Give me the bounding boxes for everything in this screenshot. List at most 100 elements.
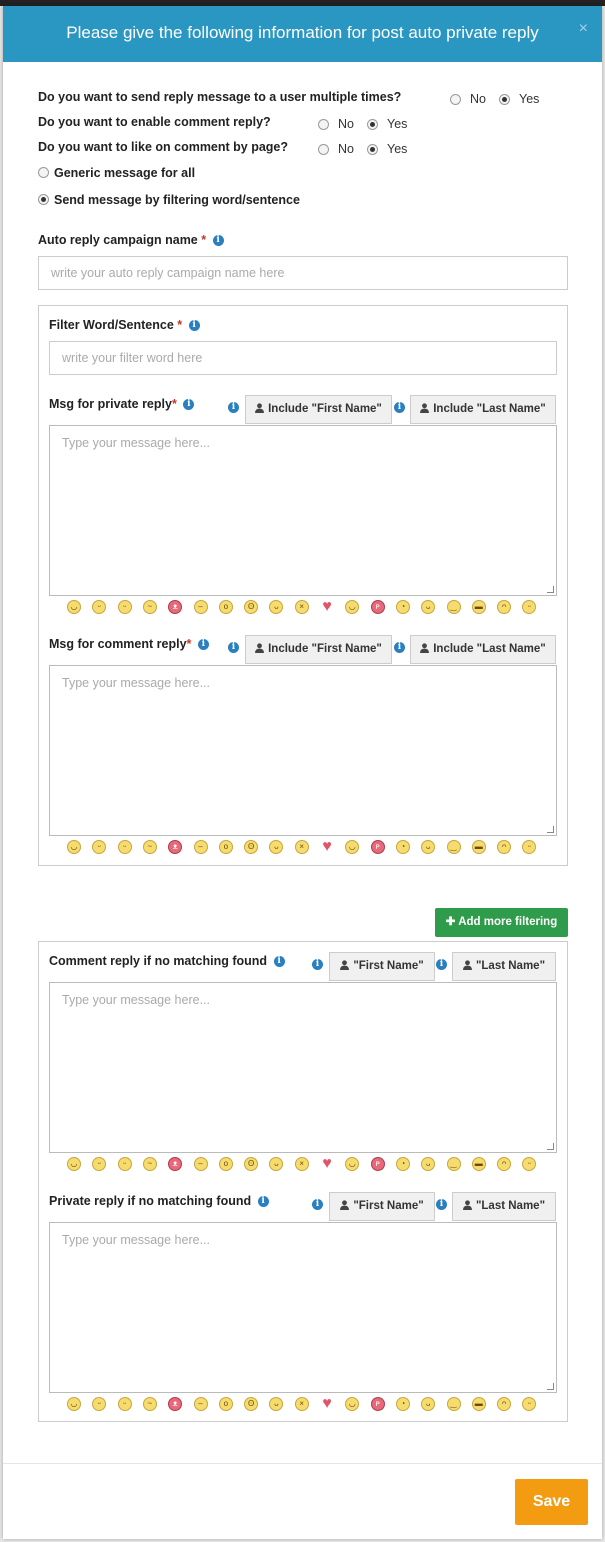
- devil-emoji-icon[interactable]: ᴥ: [168, 600, 183, 614]
- confused-emoji-icon[interactable]: ~: [142, 840, 157, 854]
- glad-emoji-icon[interactable]: ᵕ: [522, 1157, 537, 1171]
- nerd-emoji-icon[interactable]: ʘ: [244, 1157, 259, 1171]
- pacman-emoji-icon[interactable]: ◔: [395, 840, 410, 854]
- blush-emoji-icon[interactable]: ᵕ: [92, 840, 107, 854]
- smiley-emoji-icon[interactable]: ᴗ: [421, 1397, 436, 1411]
- neutral-emoji-icon[interactable]: –: [193, 1157, 208, 1171]
- include-last-name-button[interactable]: Include "Last Name": [410, 635, 556, 664]
- devil-emoji-icon[interactable]: ᴥ: [168, 1157, 183, 1171]
- no-match-private-textarea[interactable]: Type your message here...: [49, 1222, 557, 1393]
- confused-emoji-icon[interactable]: ~: [142, 600, 157, 614]
- worried-emoji-icon[interactable]: ᴖ: [497, 1157, 512, 1171]
- worried-emoji-icon[interactable]: ᴖ: [497, 1397, 512, 1411]
- info-icon[interactable]: i: [183, 399, 195, 411]
- save-button[interactable]: Save: [515, 1479, 588, 1525]
- info-icon[interactable]: i: [273, 956, 285, 968]
- tired-emoji-icon[interactable]: ×: [294, 840, 309, 854]
- devil-emoji-icon[interactable]: ᴥ: [168, 840, 183, 854]
- blush-emoji-icon[interactable]: ᵕ: [92, 600, 107, 614]
- info-icon[interactable]: i: [436, 1199, 447, 1210]
- confused-emoji-icon[interactable]: ~: [142, 1157, 157, 1171]
- angel-emoji-icon[interactable]: ◡: [67, 840, 81, 854]
- neutral-emoji-icon[interactable]: –: [193, 1397, 208, 1411]
- last-name-button[interactable]: "Last Name": [452, 952, 556, 981]
- heart-emoji-icon[interactable]: ♥: [320, 600, 334, 614]
- grin-emoji-icon[interactable]: ᴗ: [269, 840, 284, 854]
- pacman-emoji-icon[interactable]: ◔: [395, 1157, 410, 1171]
- happy-emoji-icon[interactable]: ◡: [345, 1397, 360, 1411]
- glad-emoji-icon[interactable]: ᵕ: [522, 1397, 537, 1411]
- smiley-emoji-icon[interactable]: ᴗ: [421, 840, 436, 854]
- worried-emoji-icon[interactable]: ᴖ: [497, 600, 512, 614]
- surprised-emoji-icon[interactable]: o: [218, 600, 233, 614]
- confused-emoji-icon[interactable]: ~: [142, 1397, 157, 1411]
- info-icon[interactable]: i: [197, 639, 209, 651]
- angel-emoji-icon[interactable]: ◡: [67, 1397, 81, 1411]
- like-comment-no-radio[interactable]: [318, 144, 329, 155]
- multiple-times-no-radio[interactable]: [450, 94, 461, 105]
- happy-emoji-icon[interactable]: ◡: [345, 1157, 360, 1171]
- wink-emoji-icon[interactable]: ‿: [446, 1397, 461, 1411]
- add-more-filtering-button[interactable]: ✚ Add more filtering: [435, 908, 568, 937]
- last-name-button[interactable]: "Last Name": [452, 1192, 556, 1221]
- nerd-emoji-icon[interactable]: ʘ: [244, 600, 259, 614]
- tired-emoji-icon[interactable]: ×: [294, 600, 309, 614]
- info-icon[interactable]: i: [394, 402, 405, 413]
- smiley-emoji-icon[interactable]: ᴗ: [421, 1157, 436, 1171]
- info-icon[interactable]: i: [212, 235, 224, 247]
- tongue-emoji-icon[interactable]: ᴘ: [370, 1397, 385, 1411]
- tongue-emoji-icon[interactable]: ᴘ: [370, 600, 385, 614]
- first-name-button[interactable]: "First Name": [329, 1192, 435, 1221]
- grin-emoji-icon[interactable]: ᴗ: [269, 600, 284, 614]
- multiple-times-yes-radio[interactable]: [499, 94, 510, 105]
- nerd-emoji-icon[interactable]: ʘ: [244, 840, 259, 854]
- pacman-emoji-icon[interactable]: ◔: [395, 600, 410, 614]
- angel-emoji-icon[interactable]: ◡: [67, 600, 81, 614]
- info-icon[interactable]: i: [394, 642, 405, 653]
- include-last-name-button[interactable]: Include "Last Name": [410, 395, 556, 424]
- comment-reply-yes-radio[interactable]: [367, 119, 378, 130]
- glad-emoji-icon[interactable]: ᵕ: [522, 600, 537, 614]
- tired-emoji-icon[interactable]: ×: [294, 1157, 309, 1171]
- cool-emoji-icon[interactable]: ▬: [471, 840, 486, 854]
- glad-emoji-icon[interactable]: ᵕ: [522, 840, 537, 854]
- angel-emoji-icon[interactable]: ◡: [67, 1157, 81, 1171]
- comment-reply-no-radio[interactable]: [318, 119, 329, 130]
- heart-emoji-icon[interactable]: ♥: [320, 1397, 334, 1411]
- info-icon[interactable]: i: [188, 320, 200, 332]
- wink-emoji-icon[interactable]: ‿: [446, 840, 461, 854]
- neutral-emoji-icon[interactable]: –: [193, 600, 208, 614]
- resize-handle[interactable]: [547, 586, 554, 593]
- grin-emoji-icon[interactable]: ᴗ: [269, 1157, 284, 1171]
- generic-message-radio[interactable]: [38, 167, 49, 178]
- wink-emoji-icon[interactable]: ‿: [446, 1157, 461, 1171]
- close-icon[interactable]: ×: [579, 20, 588, 38]
- happy-emoji-icon[interactable]: ◡: [345, 840, 360, 854]
- cool-emoji-icon[interactable]: ▬: [471, 1397, 486, 1411]
- blush-emoji-icon[interactable]: ᵕ: [92, 1157, 107, 1171]
- include-first-name-button[interactable]: Include "First Name": [245, 635, 392, 664]
- surprised-emoji-icon[interactable]: o: [218, 840, 233, 854]
- info-icon[interactable]: i: [228, 402, 239, 413]
- resize-handle[interactable]: [547, 1383, 554, 1390]
- neutral-emoji-icon[interactable]: –: [193, 840, 208, 854]
- filtering-message-radio[interactable]: [38, 194, 49, 205]
- worried-emoji-icon[interactable]: ᴖ: [497, 840, 512, 854]
- smile-emoji-icon[interactable]: ᵕ: [117, 1397, 132, 1411]
- cool-emoji-icon[interactable]: ▬: [471, 600, 486, 614]
- private-reply-textarea[interactable]: Type your message here...: [49, 425, 557, 596]
- info-icon[interactable]: i: [436, 959, 447, 970]
- heart-emoji-icon[interactable]: ♥: [320, 1157, 334, 1171]
- like-comment-yes-radio[interactable]: [367, 144, 378, 155]
- devil-emoji-icon[interactable]: ᴥ: [168, 1397, 183, 1411]
- nerd-emoji-icon[interactable]: ʘ: [244, 1397, 259, 1411]
- no-match-comment-textarea[interactable]: Type your message here...: [49, 982, 557, 1153]
- grin-emoji-icon[interactable]: ᴗ: [269, 1397, 284, 1411]
- blush-emoji-icon[interactable]: ᵕ: [92, 1397, 107, 1411]
- info-icon[interactable]: i: [312, 1199, 323, 1210]
- first-name-button[interactable]: "First Name": [329, 952, 435, 981]
- happy-emoji-icon[interactable]: ◡: [345, 600, 360, 614]
- campaign-name-input[interactable]: write your auto reply campaign name here: [38, 256, 568, 290]
- resize-handle[interactable]: [547, 1143, 554, 1150]
- smiley-emoji-icon[interactable]: ᴗ: [421, 600, 436, 614]
